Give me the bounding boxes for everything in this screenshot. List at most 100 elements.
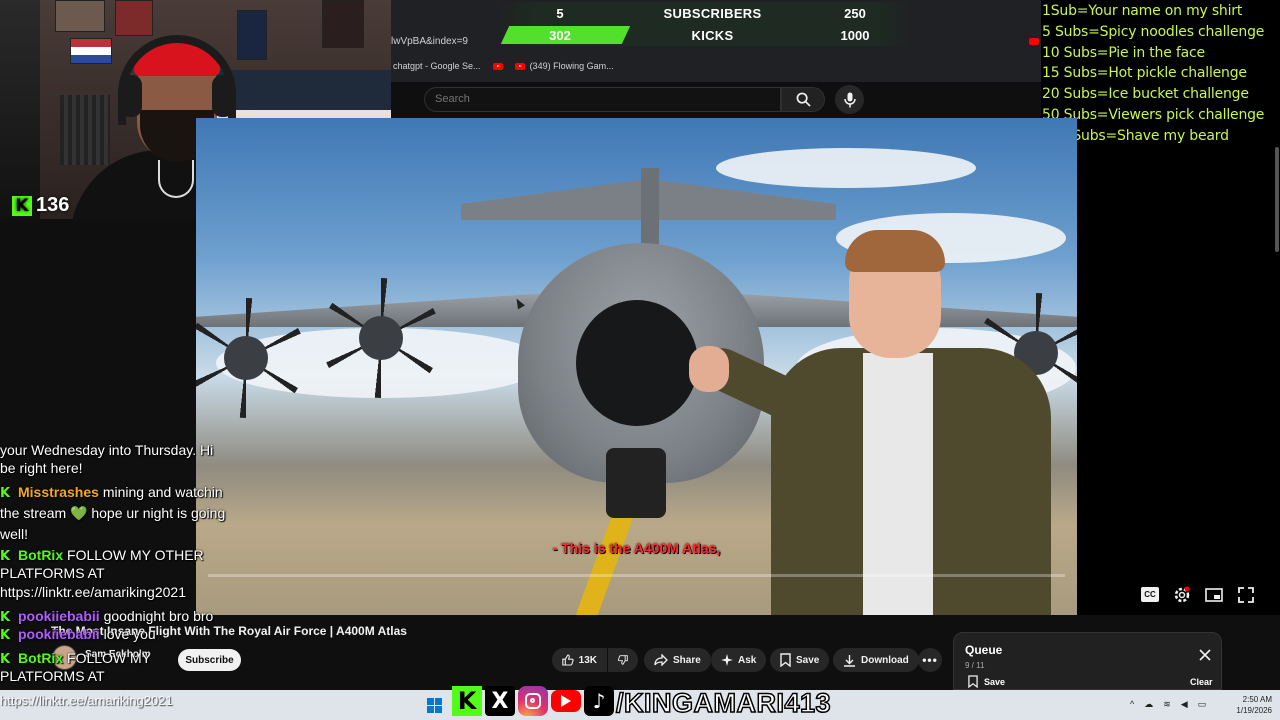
more-actions-button[interactable]: ••• [918,648,942,672]
save-label: Save [796,654,820,666]
chat-message: Kpookiiebabii goodnight bro bro [0,606,262,626]
share-button[interactable]: Share [644,648,711,672]
like-button[interactable]: 13K [552,648,607,672]
chat-username[interactable]: pookiiebabii [18,626,100,642]
chat-username[interactable]: Misstrashes [18,484,99,500]
video-progress-bar[interactable] [208,574,1065,577]
cloud [716,148,976,188]
scrollbar-thumb[interactable] [1275,147,1279,252]
chat-text: your Wednesday into Thursday. Hi [0,442,214,458]
wall-poster [55,0,105,32]
queue-clear-button[interactable]: Clear [1190,677,1213,687]
taskbar-clock[interactable]: 2:50 AM 1/19/2026 [1226,694,1272,716]
bookmark-chatgpt[interactable]: chatgpt - Google Se... [393,61,481,71]
viewer-count-value: 136 [36,194,70,216]
chat-message: https://linktr.ee/amariking2021 [0,582,262,602]
kick-badge-icon: K [0,549,11,564]
search-input[interactable] [435,93,735,105]
headphone-earcup [120,75,142,117]
chat-text: love you [103,626,156,642]
volume-icon[interactable]: ◀ [1181,699,1188,710]
download-button[interactable]: Download [833,648,919,672]
like-count: 13K [578,654,597,666]
propeller-hub [359,316,403,360]
chat-message: be right here! [0,458,262,478]
subscribers-label: SUBSCRIBERS [663,6,762,21]
chat-message: K BotRix FOLLOW MY [0,648,262,668]
presenter [689,228,1051,615]
kicks-current: 302 [549,28,571,43]
shelf [0,0,40,219]
chat-username[interactable]: pookiiebabii [18,608,100,624]
bookmark-youtube[interactable] [492,61,503,71]
bookmarks-bar: chatgpt - Google Se... (349) Flowing Gam… [393,61,614,71]
queue-panel: Queue 9 / 11 Save Clear [953,632,1222,690]
voice-search-button[interactable] [835,85,864,114]
captions-icon[interactable]: CC [1141,587,1159,602]
url-fragment[interactable]: lwVpBA&index=9 [391,36,468,47]
sub-goal-item: 5 Subs=Spicy noodles challenge [1042,23,1265,40]
kicks-label: KICKS [691,28,734,43]
queue-title: Queue [965,643,1003,657]
chat-text: PLATFORMS AT [0,565,105,581]
chat-message: K BotRix FOLLOW MY OTHER [0,545,262,565]
share-label: Share [673,654,701,666]
flag-poster [70,38,112,64]
bookmark-label: chatgpt - Google Se... [393,61,481,71]
windows-start-icon[interactable] [427,698,442,713]
radiator [60,95,110,165]
video-caption: - This is the A400M Atlas, [552,540,721,556]
screen: lwVpBA&index=9 chatgpt - Google Se... (3… [0,0,1280,720]
x-logo-icon: X [485,686,515,716]
chat-message: PLATFORMS AT [0,666,262,686]
dislike-button[interactable] [608,648,638,672]
save-button[interactable]: Save [770,648,830,672]
subscribers-target: 250 [844,6,866,21]
youtube-icon [1029,38,1039,45]
landing-gear [606,448,666,518]
cloud-icon: ☁ [1144,699,1154,709]
chat-username[interactable]: BotRix [18,650,63,666]
chat-message: PLATFORMS AT [0,563,262,583]
chat-message: well! [0,524,262,544]
search-icon [796,92,811,107]
wall-poster [322,0,364,48]
subscribers-goal: 5 SUBSCRIBERS 250 [500,2,910,24]
settings-gear-icon[interactable] [1173,586,1191,604]
video-player[interactable]: - This is the A400M Atlas, [196,118,1077,615]
sub-goal-item: 100 Subs=Shave my beard [1042,127,1229,144]
necklace [158,160,194,198]
kick-badge-icon: K [0,628,11,643]
fullscreen-icon[interactable] [1238,587,1254,603]
queue-save-button[interactable]: Save [968,675,1005,688]
viewer-count: K 136 [12,194,69,217]
battery-icon[interactable]: ▭ [1198,699,1207,710]
wifi-icon[interactable]: ≋ [1163,699,1171,710]
social-handle: /KINGAMARI413 [615,687,832,719]
chat-text: be right here! [0,460,83,476]
chat-text: mining and watchin [102,484,223,500]
linktree-url: https://linktr.ee/amariking2021 [0,693,173,708]
thumbs-down-icon [618,655,628,665]
kick-logo-icon: K [12,195,32,216]
bookmark-flowing-games[interactable]: (349) Flowing Gam... [514,61,614,71]
chat-text: goodnight bro bro [103,608,214,624]
search-button[interactable] [781,87,825,112]
youtube-logo-icon [551,690,581,712]
instagram-logo-icon [518,686,548,716]
propeller-hub [224,336,268,380]
kick-badge-icon: K [0,610,11,625]
miniplayer-icon[interactable] [1205,588,1223,602]
ask-button[interactable]: Ask [711,648,767,672]
sidebar-area [1077,146,1280,616]
stream-goals-overlay: 5 SUBSCRIBERS 250 302 KICKS 1000 [500,0,910,48]
chat-username[interactable]: BotRix [18,547,63,563]
stream-chat: your Wednesday into Thursday. Hi be right… [0,440,262,690]
close-icon[interactable] [1197,647,1213,663]
system-tray: ^ ☁ ≋ ◀ ▭ [1130,699,1206,710]
kick-badge-icon: K [0,486,11,501]
search-box[interactable] [424,87,781,112]
chat-text: well! [0,526,29,542]
chevron-up-icon[interactable]: ^ [1130,699,1134,710]
kicks-goal: 302 KICKS 1000 [500,24,910,46]
